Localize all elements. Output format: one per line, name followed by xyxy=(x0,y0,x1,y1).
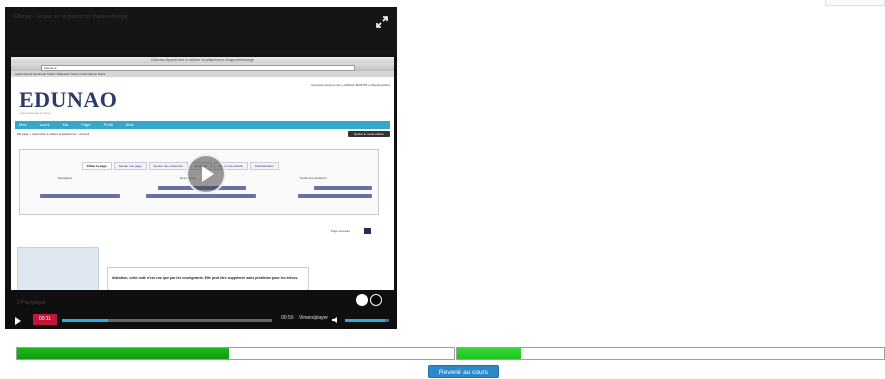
panel-tab: Ajouter une page xyxy=(113,162,147,170)
window-edge xyxy=(825,0,885,6)
page-next-box xyxy=(364,228,371,234)
site-navbar: Mes cours Ma Page Profil Aide xyxy=(15,121,390,129)
video-progress[interactable] xyxy=(62,319,272,322)
panel-bar xyxy=(314,186,372,190)
panel-tab: Administration xyxy=(249,162,279,170)
login-info: Connecté sous le nom « Maxime MARTIN » (… xyxy=(311,83,390,87)
panel-bar xyxy=(298,194,372,198)
section-label: Navigation xyxy=(58,176,73,180)
browser-toolbar: edunao.fr xyxy=(11,63,394,71)
player-controls: 1 Play/player 00:11 00:50 Vimeo/player xyxy=(5,290,397,329)
browser-url: edunao.fr xyxy=(41,65,355,71)
panel-bar xyxy=(40,194,120,198)
panel-tab: Éditer la page xyxy=(82,162,112,170)
course-progress-bar xyxy=(16,347,455,360)
site-logo: EDUNAO xyxy=(19,87,118,112)
note-text: Attention, cette note n'est vue que par … xyxy=(112,276,299,280)
video-title: Edunao - 1er pas sur la plateforme d'app… xyxy=(14,14,128,20)
fullscreen-icon[interactable] xyxy=(376,16,388,28)
vimeo-link[interactable]: Vimeo/player xyxy=(299,315,328,321)
player-label: 1 Play/player xyxy=(17,300,46,306)
navigation-block xyxy=(17,247,99,290)
volume-slider[interactable] xyxy=(345,319,389,322)
crumb-row: Ma page > Apprendre à utiliser la platef… xyxy=(11,129,394,139)
course-progress-fill xyxy=(17,348,229,359)
site-header: EDUNAO Apprentissage en ligne Connecté s… xyxy=(11,77,394,121)
page-label: Page suivante xyxy=(331,229,351,233)
edit-mode-button: Quitter le mode édition xyxy=(348,131,390,137)
breadcrumb: Ma page > Apprendre à utiliser la platef… xyxy=(17,132,90,136)
panel-bar xyxy=(146,194,256,198)
video-player[interactable]: Edunao - 1er pas sur la plateforme d'app… xyxy=(5,7,397,329)
elapsed-time: 00:11 xyxy=(33,314,57,325)
volume-icon[interactable] xyxy=(332,316,340,324)
note-block: Attention, cette note n'est vue que par … xyxy=(107,267,309,290)
play-small-icon[interactable] xyxy=(15,317,21,325)
panel-tab: Ajouter une ressource xyxy=(148,162,188,170)
logo-subtitle: Apprentissage en ligne xyxy=(20,111,51,115)
panel-tabs: Éditer la page Ajouter une page Ajouter un… xyxy=(82,154,281,170)
player-topbar: Edunao - 1er pas sur la plateforme d'app… xyxy=(5,7,397,55)
volume-fill xyxy=(345,319,386,322)
player-toggle[interactable] xyxy=(356,294,386,306)
play-icon[interactable] xyxy=(186,154,226,194)
course-progress-fill xyxy=(457,348,522,359)
back-to-course-button[interactable]: Revenir au cours xyxy=(428,365,499,378)
section-label: Outils des étudiants xyxy=(300,176,327,180)
course-progress-bar xyxy=(456,347,885,360)
video-progress-fill xyxy=(62,319,109,322)
duration: 00:50 xyxy=(281,315,294,321)
